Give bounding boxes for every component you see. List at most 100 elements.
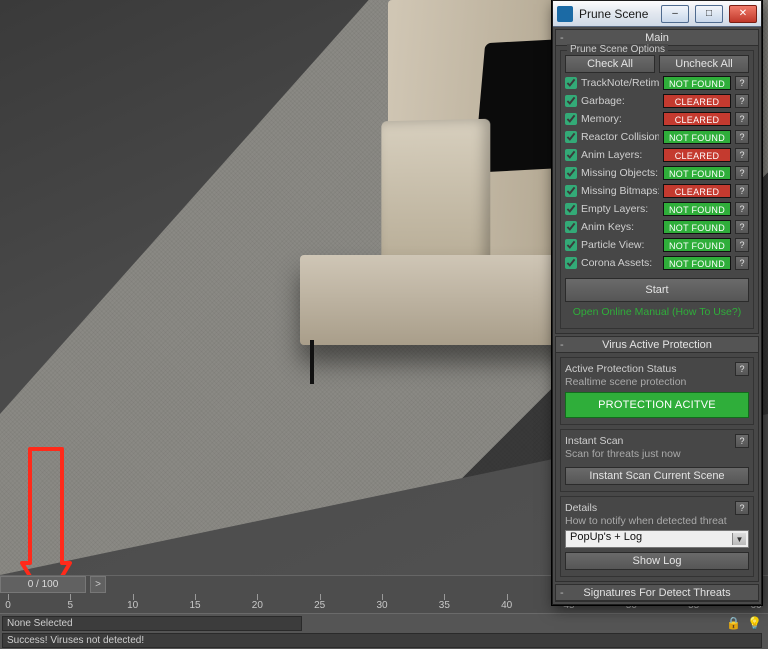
option-label: Empty Layers: — [581, 203, 659, 215]
ruler-tick-label: 20 — [252, 600, 263, 611]
option-row: TrackNote/Retimers: NOT FOUND? — [565, 74, 749, 91]
timeline-scroll-right[interactable]: > — [90, 576, 106, 593]
option-help-button[interactable]: ? — [735, 112, 749, 126]
option-help-button[interactable]: ? — [735, 76, 749, 90]
start-button[interactable]: Start — [565, 278, 749, 302]
option-label: Garbage: — [581, 95, 659, 107]
instant-scan-help-button[interactable]: ? — [735, 434, 749, 448]
open-manual-link[interactable]: Open Online Manual (How To Use?) — [565, 302, 749, 322]
active-protection-group: Active Protection Status ? Realtime scen… — [560, 357, 754, 425]
option-status-badge: NOT FOUND — [663, 76, 731, 90]
prune-scene-options-group: Prune Scene Options Check All Uncheck Al… — [560, 50, 754, 329]
option-help-button[interactable]: ? — [735, 130, 749, 144]
details-help-button[interactable]: ? — [735, 501, 749, 515]
dialog-title: Prune Scene — [579, 7, 655, 21]
option-row: Memory:CLEARED? — [565, 110, 749, 127]
ruler-tick-label: 35 — [439, 600, 450, 611]
option-help-button[interactable]: ? — [735, 256, 749, 270]
selection-status: None Selected — [2, 616, 302, 631]
rollup-vap-header[interactable]: - Virus Active Protection — [556, 337, 758, 353]
window-close-button[interactable]: ✕ — [729, 5, 757, 23]
option-status-badge: CLEARED — [663, 94, 731, 108]
option-checkbox[interactable] — [565, 149, 577, 161]
ruler-tick-label: 30 — [376, 600, 387, 611]
option-checkbox[interactable] — [565, 221, 577, 233]
option-status-badge: NOT FOUND — [663, 166, 731, 180]
option-label: TrackNote/Retimers: — [581, 77, 659, 89]
check-all-button[interactable]: Check All — [565, 55, 655, 73]
option-label: Missing Objects: — [581, 167, 659, 179]
option-status-badge: NOT FOUND — [663, 202, 731, 216]
option-label: Anim Keys: — [581, 221, 659, 233]
ruler-tick-label: 25 — [314, 600, 325, 611]
ruler-tick-label: 40 — [501, 600, 512, 611]
option-status-badge: NOT FOUND — [663, 220, 731, 234]
option-row: Empty Layers: NOT FOUND? — [565, 200, 749, 217]
instant-scan-label: Instant Scan — [565, 435, 731, 447]
details-group: Details ? How to notify when detected th… — [560, 496, 754, 577]
rollup-vap: - Virus Active Protection Active Protect… — [555, 336, 759, 582]
window-minimize-button[interactable]: – — [661, 5, 689, 23]
option-row: Reactor Collision: NOT FOUND? — [565, 128, 749, 145]
option-checkbox[interactable] — [565, 257, 577, 269]
option-checkbox[interactable] — [565, 77, 577, 89]
option-help-button[interactable]: ? — [735, 202, 749, 216]
option-status-badge: NOT FOUND — [663, 256, 731, 270]
aps-help-button[interactable]: ? — [735, 362, 749, 376]
option-label: Particle View: — [581, 239, 659, 251]
option-help-button[interactable]: ? — [735, 220, 749, 234]
dialog-titlebar[interactable]: Prune Scene – □ ✕ — [553, 1, 761, 27]
protection-active-button[interactable]: PROTECTION ACITVE — [565, 392, 749, 418]
ruler-tick-label: 0 — [5, 600, 11, 611]
option-checkbox[interactable] — [565, 185, 577, 197]
option-checkbox[interactable] — [565, 131, 577, 143]
aps-sublabel: Realtime scene protection — [565, 376, 749, 388]
option-status-badge: NOT FOUND — [663, 130, 731, 144]
option-row: Anim Layers:CLEARED? — [565, 146, 749, 163]
rollup-signatures-header[interactable]: - Signatures For Detect Threats — [556, 585, 758, 601]
option-checkbox[interactable] — [565, 167, 577, 179]
option-status-badge: CLEARED — [663, 184, 731, 198]
app-icon — [557, 6, 573, 22]
option-row: Missing Objects: NOT FOUND? — [565, 164, 749, 181]
option-row: Anim Keys: NOT FOUND? — [565, 218, 749, 235]
instant-scan-group: Instant Scan ? Scan for threats just now… — [560, 429, 754, 492]
uncheck-all-button[interactable]: Uncheck All — [659, 55, 749, 73]
notify-mode-select[interactable]: PopUp's + Log ▼ — [565, 530, 749, 548]
option-status-badge: CLEARED — [663, 148, 731, 162]
lock-icon[interactable]: 🔒 — [726, 616, 741, 630]
option-help-button[interactable]: ? — [735, 94, 749, 108]
option-row: Corona Assets:NOT FOUND? — [565, 254, 749, 271]
instant-scan-sublabel: Scan for threats just now — [565, 448, 749, 460]
option-help-button[interactable]: ? — [735, 166, 749, 180]
options-group-label: Prune Scene Options — [567, 44, 668, 55]
option-help-button[interactable]: ? — [735, 184, 749, 198]
status-bar: None Selected Success! Viruses not detec… — [0, 613, 768, 649]
option-checkbox[interactable] — [565, 95, 577, 107]
option-checkbox[interactable] — [565, 239, 577, 251]
option-checkbox[interactable] — [565, 203, 577, 215]
ruler-tick-label: 15 — [189, 600, 200, 611]
option-help-button[interactable]: ? — [735, 148, 749, 162]
frame-range-field[interactable]: 0 / 100 — [0, 576, 86, 593]
show-log-button[interactable]: Show Log — [565, 552, 749, 570]
window-maximize-button[interactable]: □ — [695, 5, 723, 23]
instant-scan-button[interactable]: Instant Scan Current Scene — [565, 467, 749, 485]
status-message: Success! Viruses not detected! — [2, 633, 762, 648]
option-row: Particle View: NOT FOUND? — [565, 236, 749, 253]
aps-label: Active Protection Status — [565, 363, 731, 375]
option-row: Missing Bitmaps: CLEARED? — [565, 182, 749, 199]
prune-scene-dialog[interactable]: Prune Scene – □ ✕ - Main Prune Scene Opt… — [552, 0, 762, 605]
option-label: Reactor Collision: — [581, 131, 659, 143]
details-sublabel: How to notify when detected threat — [565, 515, 749, 527]
ruler-tick-label: 5 — [68, 600, 74, 611]
option-row: Garbage: CLEARED? — [565, 92, 749, 109]
option-label: Missing Bitmaps: — [581, 185, 659, 197]
rollup-signatures: - Signatures For Detect Threats — [555, 584, 759, 602]
option-checkbox[interactable] — [565, 113, 577, 125]
bulb-icon[interactable]: 💡 — [747, 616, 762, 630]
option-status-badge: NOT FOUND — [663, 238, 731, 252]
ruler-tick-label: 10 — [127, 600, 138, 611]
details-label: Details — [565, 502, 731, 514]
option-help-button[interactable]: ? — [735, 238, 749, 252]
